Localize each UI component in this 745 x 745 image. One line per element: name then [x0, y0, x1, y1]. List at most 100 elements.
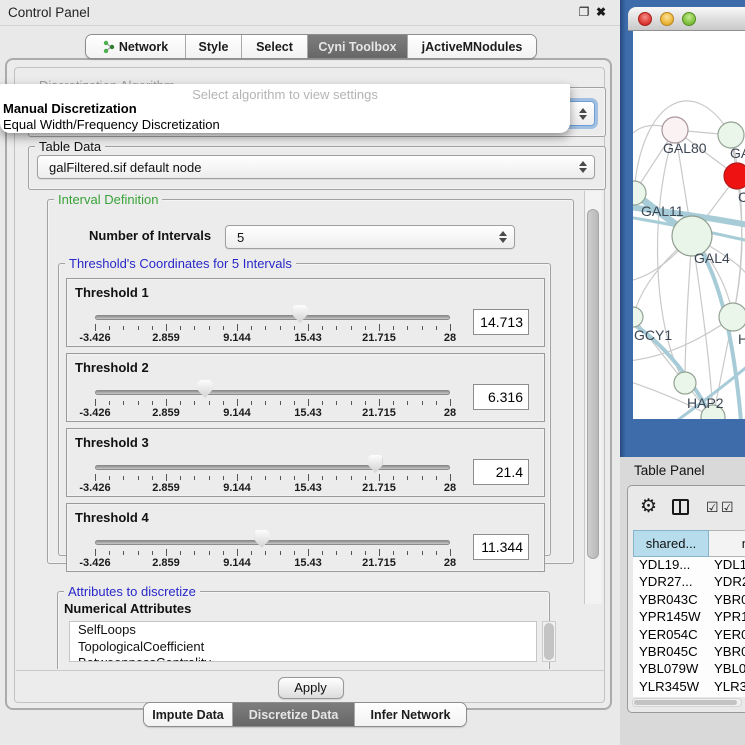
- combo-stepper-icon[interactable]: [577, 108, 588, 120]
- settings-vertical-scrollbar[interactable]: [584, 191, 602, 604]
- tab[interactable]: Select: [242, 35, 308, 58]
- screen: Control Panel ❐ ✖ Network: [0, 0, 745, 745]
- slider-track[interactable]: [95, 465, 450, 470]
- attributes-list-scrollbar[interactable]: [542, 621, 556, 662]
- table-data-combo[interactable]: galFiltered.sif default node: [37, 155, 595, 179]
- combo-stepper-icon[interactable]: [577, 161, 588, 173]
- network-node[interactable]: [719, 303, 745, 331]
- cell-shared-name: YER054C: [639, 627, 698, 642]
- scrollbar-thumb[interactable]: [587, 209, 599, 559]
- tab[interactable]: Style: [186, 35, 242, 58]
- cell-shared-name: YPR145W: [639, 609, 701, 624]
- slider-handle[interactable]: [292, 305, 307, 323]
- attribute-list-item[interactable]: SelfLoops: [70, 622, 536, 639]
- slider-handle[interactable]: [198, 380, 213, 398]
- table-row[interactable]: YDR27... YDR2: [633, 574, 745, 591]
- cyni-toolbox-panel: Discretization Algorithm Table Data galF…: [5, 58, 612, 710]
- window-close-button[interactable]: [638, 12, 652, 26]
- table-row[interactable]: YPR145W YPR1: [633, 609, 745, 626]
- network-node[interactable]: [633, 307, 643, 327]
- threshold-slider[interactable]: -3.426 2.859 9.144 15.43 21.715 28: [95, 354, 450, 423]
- table-row[interactable]: YBR043C YBR0: [633, 592, 745, 609]
- table-horizontal-scrollbar[interactable]: [632, 698, 742, 707]
- network-node[interactable]: [674, 372, 696, 394]
- tab-label: Select: [256, 40, 293, 54]
- panel-title: Control Panel: [8, 5, 90, 20]
- window-minimize-button[interactable]: [660, 12, 674, 26]
- split-view-icon[interactable]: [672, 499, 689, 515]
- slider-handle[interactable]: [368, 455, 383, 473]
- network-node[interactable]: [724, 163, 745, 189]
- algorithm-dropdown-popup: Select algorithm to view settings Manual…: [0, 84, 570, 133]
- table-rows: YDL19... YDL1 YDR27... YDR2 YBR043C YBR0…: [633, 557, 745, 697]
- tab-label: Style: [199, 40, 229, 54]
- slider-handle[interactable]: [254, 530, 269, 548]
- table-row[interactable]: YIL052C YIL0: [633, 696, 745, 697]
- scrollbar-thumb[interactable]: [634, 700, 737, 705]
- cell-name: YER0: [714, 627, 745, 642]
- slider-ticks: [95, 474, 450, 482]
- slider-track[interactable]: [95, 315, 450, 320]
- tab[interactable]: Network: [86, 35, 186, 58]
- tab[interactable]: Discretize Data: [233, 703, 355, 726]
- number-of-intervals-combo[interactable]: 5: [225, 225, 515, 249]
- table-row[interactable]: YDL19... YDL1: [633, 557, 745, 574]
- threshold-slider[interactable]: -3.426 2.859 9.144 15.43 21.715 28: [95, 504, 450, 573]
- column-header-name[interactable]: na: [709, 530, 745, 557]
- network-node-label: H: [738, 331, 745, 347]
- slider-ticks: [95, 549, 450, 557]
- column-header-shared[interactable]: shared...: [633, 530, 709, 557]
- slider-tick-labels: -3.426 2.859 9.144 15.43 21.715 28: [95, 332, 450, 344]
- table-row[interactable]: YLR345W YLR3: [633, 679, 745, 696]
- table-toolbar: ⚙ ☑ ☑: [628, 486, 745, 530]
- table-row[interactable]: YER054C YER0: [633, 627, 745, 644]
- combo-stepper-icon[interactable]: [497, 231, 508, 243]
- table-row[interactable]: YBL079W YBL0: [633, 661, 745, 678]
- tab[interactable]: Impute Data: [144, 703, 233, 726]
- checkbox-column-icon[interactable]: ☑: [706, 499, 719, 516]
- threshold-list: Threshold 1 -3.426 2.859: [66, 278, 545, 578]
- threshold-item: Threshold 2 -3.426 2.859: [66, 353, 545, 422]
- threshold-value-field[interactable]: 11.344: [473, 534, 529, 560]
- table-row[interactable]: YBR045C YBR0: [633, 644, 745, 661]
- threshold-value-field[interactable]: 14.713: [473, 309, 529, 335]
- attribute-list-item[interactable]: TopologicalCoefficient: [70, 639, 536, 656]
- threshold-slider[interactable]: -3.426 2.859 9.144 15.43 21.715 28: [95, 429, 450, 498]
- threshold-item: Threshold 4 -3.426 2.859: [66, 503, 545, 572]
- tab[interactable]: Infer Network: [355, 703, 466, 726]
- attribute-list-item[interactable]: BetweennessCentrality: [70, 655, 536, 662]
- interval-definition-title: Interval Definition: [54, 192, 162, 207]
- tab[interactable]: jActiveMNodules: [408, 35, 536, 58]
- tab-label: jActiveMNodules: [422, 40, 523, 54]
- network-canvas[interactable]: GAL80GACGAL11GAL4GCY1HHAP2: [633, 31, 745, 419]
- cell-name: YPR1: [714, 609, 745, 624]
- attributes-group: Attributes to discretize Numerical Attri…: [57, 591, 550, 669]
- network-node-label: GAL11: [641, 203, 684, 219]
- float-panel-icon[interactable]: ❐: [576, 4, 592, 20]
- checkbox-column-icon[interactable]: ☑: [721, 499, 734, 516]
- tab-label: Discretize Data: [249, 708, 339, 722]
- cell-shared-name: YDL19...: [639, 557, 690, 572]
- threshold-value-field[interactable]: 21.4: [473, 459, 529, 485]
- threshold-value-field[interactable]: 6.316: [473, 384, 529, 410]
- tab[interactable]: Cyni Toolbox: [308, 35, 408, 58]
- slider-track[interactable]: [95, 390, 450, 395]
- slider-tick-labels: -3.426 2.859 9.144 15.43 21.715 28: [95, 482, 450, 494]
- slider-track[interactable]: [95, 540, 450, 545]
- close-panel-icon[interactable]: ✖: [593, 4, 609, 20]
- slider-tick-labels: -3.426 2.859 9.144 15.43 21.715 28: [95, 557, 450, 569]
- cell-name: YIL0: [714, 696, 741, 697]
- thresholds-group-title: Threshold's Coordinates for 5 Intervals: [65, 256, 296, 271]
- threshold-slider[interactable]: -3.426 2.859 9.144 15.43 21.715 28: [95, 279, 450, 348]
- cell-name: YBL0: [714, 661, 745, 676]
- algorithm-option[interactable]: Equal Width/Frequency Discretization: [2, 117, 562, 133]
- numerical-attributes-list: SelfLoopsTopologicalCoefficientBetweenne…: [69, 621, 537, 662]
- algorithm-option[interactable]: Manual Discretization: [2, 101, 562, 117]
- apply-button[interactable]: Apply: [278, 677, 344, 699]
- gear-icon[interactable]: ⚙: [640, 495, 657, 519]
- top-tab-bar: Network Style: [85, 34, 537, 59]
- window-zoom-button[interactable]: [682, 12, 696, 26]
- algorithm-placeholder: Select algorithm to view settings: [0, 87, 570, 102]
- network-window-titlebar: [628, 7, 745, 31]
- cell-shared-name: YIL052C: [639, 696, 690, 697]
